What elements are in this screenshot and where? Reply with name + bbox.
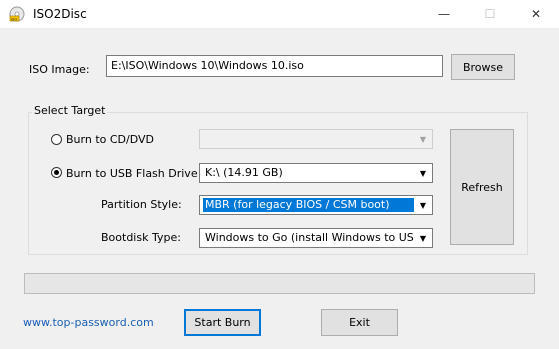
iso-path-field[interactable]: E:\ISO\Windows 10\Windows 10.iso (106, 55, 443, 77)
select-target-label: Select Target (32, 104, 108, 117)
chevron-down-icon: ▼ (419, 134, 427, 144)
radio-dot-icon (54, 170, 59, 175)
burn-cd-radio[interactable] (51, 134, 62, 145)
partition-style-value: MBR (for legacy BIOS / CSM boot) (203, 198, 414, 212)
usb-drive-select[interactable]: K:\ (14.91 GB) ▼ (199, 163, 433, 183)
refresh-button[interactable]: Refresh (450, 129, 514, 245)
usb-drive-value: K:\ (14.91 GB) (205, 166, 283, 179)
partition-style-label: Partition Style: (101, 198, 182, 211)
bootdisk-type-label: Bootdisk Type: (101, 231, 181, 244)
window-title: ISO2Disc (33, 7, 87, 21)
bootdisk-type-select[interactable]: Windows to Go (install Windows to USB) ▼ (199, 228, 433, 248)
burn-cd-label[interactable]: Burn to CD/DVD (66, 133, 154, 146)
burn-usb-radio[interactable] (51, 167, 62, 178)
partition-style-select[interactable]: MBR (for legacy BIOS / CSM boot) ▼ (199, 195, 433, 215)
progress-bar (24, 273, 535, 294)
website-link[interactable]: www.top-password.com (23, 316, 154, 329)
bootdisk-type-value: Windows to Go (install Windows to USB) (205, 231, 414, 244)
chevron-down-icon: ▼ (419, 200, 427, 210)
chevron-down-icon: ▼ (419, 233, 427, 243)
browse-button[interactable]: Browse (451, 54, 515, 80)
chevron-down-icon: ▼ (419, 168, 427, 178)
minimize-button[interactable]: — (421, 0, 467, 28)
svg-text:ISO: ISO (11, 17, 17, 21)
iso-image-label: ISO Image: (29, 63, 90, 76)
maximize-button[interactable]: ☐ (467, 0, 513, 28)
app-icon: ISO (9, 6, 25, 22)
exit-button[interactable]: Exit (321, 309, 398, 336)
close-button[interactable]: ✕ (513, 0, 559, 28)
title-bar: ISO ISO2Disc — ☐ ✕ (0, 0, 559, 29)
burn-usb-label[interactable]: Burn to USB Flash Drive (66, 167, 198, 180)
cd-drive-select: ▼ (199, 129, 433, 149)
start-burn-button[interactable]: Start Burn (184, 309, 261, 336)
